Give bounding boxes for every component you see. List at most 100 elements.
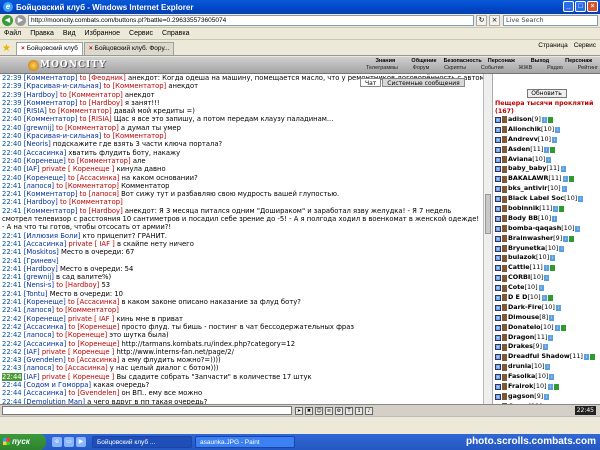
user-name[interactable]: Body BB <box>508 214 538 224</box>
user-name[interactable]: drunia <box>508 362 531 372</box>
roster-user[interactable]: » Dark-Fire [10] i <box>493 303 600 313</box>
user-name[interactable]: bks_antivir <box>508 184 547 194</box>
private-message-icon[interactable]: » <box>495 176 501 183</box>
user-info-icon[interactable]: i <box>553 205 559 212</box>
menu-item[interactable]: Справка <box>162 30 189 37</box>
forward-icon[interactable]: ▶ <box>15 15 26 26</box>
message-author[interactable]: [Tontu] <box>24 290 48 298</box>
address-input[interactable]: http://mooncity.combats.com/buttons.pl?b… <box>28 15 474 26</box>
roster-user[interactable]: » Dragon [11] i <box>493 333 600 343</box>
private-message-icon[interactable]: » <box>495 374 501 381</box>
private-message-icon[interactable]: » <box>495 324 501 331</box>
private-message-icon[interactable]: » <box>495 304 501 311</box>
private-message-icon[interactable]: » <box>495 196 501 203</box>
user-name[interactable]: Alionchik <box>508 125 541 135</box>
menu-item[interactable]: Избранное <box>85 30 120 37</box>
game-subnav-item[interactable]: События <box>481 65 504 72</box>
chat-tab[interactable]: Системные сообщения <box>382 78 465 87</box>
message-author[interactable]: [Hardboy] <box>24 265 58 273</box>
roster-user[interactable]: » Black Label Soc [10] i <box>493 194 600 204</box>
settings-icon[interactable]: ⚙ <box>335 406 343 415</box>
chat-message-input[interactable] <box>2 406 292 415</box>
message-recipient[interactable]: to [лапося] <box>80 190 119 198</box>
refresh-icon[interactable]: ↻ <box>476 15 487 26</box>
message-author[interactable]: [RISIA] <box>24 107 47 115</box>
game-subnav-item[interactable]: Рейтинг <box>578 65 598 72</box>
roster-user[interactable]: » Dreadful Shadow [11] i <box>493 352 600 362</box>
user-name[interactable]: Asden <box>508 145 530 155</box>
message-recipient[interactable]: to [Комментатор] <box>56 124 119 132</box>
roster-user[interactable]: » Brainwasher [9] i <box>493 234 600 244</box>
menu-item[interactable]: Сервис <box>129 30 153 37</box>
message-recipient[interactable]: to [Феодник] <box>80 74 126 82</box>
private-message-icon[interactable]: » <box>495 205 501 212</box>
roster-user[interactable]: » gagson [9] i <box>493 392 600 402</box>
roster-user[interactable]: » bulazok [10] i <box>493 253 600 263</box>
user-name[interactable]: CORBI <box>508 273 530 283</box>
roster-user[interactable]: » Drakes [9] i <box>493 342 600 352</box>
user-info-icon[interactable]: i <box>545 364 551 371</box>
clear-icon[interactable]: ✖ <box>305 406 313 415</box>
message-recipient[interactable]: to [Ассасинка] <box>68 298 119 306</box>
user-info-icon[interactable]: i <box>562 176 568 183</box>
page-menu[interactable]: Страница <box>538 42 567 49</box>
scroll-thumb[interactable] <box>485 194 491 234</box>
private-message-icon[interactable]: » <box>495 294 501 301</box>
stop-icon[interactable]: × <box>489 15 500 26</box>
message-author[interactable]: [grewnij] <box>24 124 54 132</box>
message-author[interactable]: [Комментатор] <box>24 207 78 215</box>
roster-user[interactable]: » Fasolka [10] i <box>493 372 600 382</box>
tab-close-icon[interactable]: × <box>89 45 93 52</box>
maximize-icon[interactable]: □ <box>575 1 586 12</box>
message-author[interactable]: [Ассасинка] <box>24 389 66 397</box>
roster-user[interactable]: » BAKALAWR [11] i <box>493 174 600 184</box>
message-recipient[interactable]: to [Коренеще] <box>68 340 119 348</box>
roster-user[interactable]: » CORBI [10] i <box>493 273 600 283</box>
user-name[interactable]: Frairok <box>508 382 533 392</box>
private-message-icon[interactable]: » <box>495 146 501 153</box>
game-subnav-item[interactable]: Радио <box>547 65 563 72</box>
message-recipient[interactable]: to [Ассасинка] <box>68 356 119 364</box>
roster-user[interactable]: » Cote [10] i <box>493 283 600 293</box>
user-name[interactable]: bulazok <box>508 253 536 263</box>
user-info-icon[interactable]: i <box>561 186 567 193</box>
user-info-icon[interactable]: i <box>583 354 589 361</box>
user-info-icon[interactable]: i <box>541 294 547 301</box>
private-message-icon[interactable]: » <box>495 136 501 143</box>
game-subnav-item[interactable]: Скрипты <box>444 65 466 72</box>
roster-user[interactable]: » Cattle [11] i <box>493 263 600 273</box>
private-message-icon[interactable]: » <box>495 285 501 292</box>
message-author[interactable]: [Hardboy] <box>24 198 58 206</box>
private-message-icon[interactable]: » <box>495 116 501 123</box>
message-author[interactable]: [лапося] <box>24 331 54 339</box>
menu-item[interactable]: Вид <box>63 30 76 37</box>
user-info-icon[interactable]: i <box>544 275 550 282</box>
user-name[interactable]: Dimouse <box>508 313 539 323</box>
message-recipient[interactable]: to [Hardboy] <box>56 281 99 289</box>
message-author[interactable]: [Комментатор] <box>24 190 78 198</box>
private-message-icon[interactable]: » <box>495 383 501 390</box>
private-message-icon[interactable]: » <box>495 225 501 232</box>
message-recipient[interactable]: private [ Коренеще ] <box>42 165 115 173</box>
message-author[interactable]: [лапося] <box>24 182 54 190</box>
message-recipient[interactable]: to [Комментатор] <box>103 132 166 140</box>
message-author[interactable]: [Ассасинка] <box>24 340 66 348</box>
message-author[interactable]: [лапося] <box>24 306 54 314</box>
message-author[interactable]: [Иллюзия Боли] <box>24 232 81 240</box>
send-icon[interactable]: ➤ <box>295 406 303 415</box>
private-message-icon[interactable]: » <box>495 255 501 262</box>
message-recipient[interactable]: to [Hardboy] <box>80 99 123 107</box>
message-recipient[interactable]: to [Комментатор] <box>103 82 166 90</box>
chat-tab[interactable]: Чат <box>360 78 382 87</box>
smiley-icon[interactable]: ☺ <box>315 406 323 415</box>
roster-user[interactable]: » bobinnik [11] i <box>493 204 600 214</box>
game-nav-item[interactable]: Знания <box>366 58 405 65</box>
private-message-icon[interactable]: » <box>495 126 501 133</box>
user-info-icon[interactable]: i <box>555 304 561 311</box>
message-author[interactable]: [Красивая-и-сильная] <box>24 82 102 90</box>
user-name[interactable]: Dark-Fire <box>508 303 542 313</box>
roster-user[interactable]: » baby_baby [11] i <box>493 164 600 174</box>
message-author[interactable]: [Ассасинка] <box>24 323 66 331</box>
private-message-icon[interactable]: » <box>495 344 501 351</box>
user-info-icon[interactable]: i <box>549 374 555 381</box>
